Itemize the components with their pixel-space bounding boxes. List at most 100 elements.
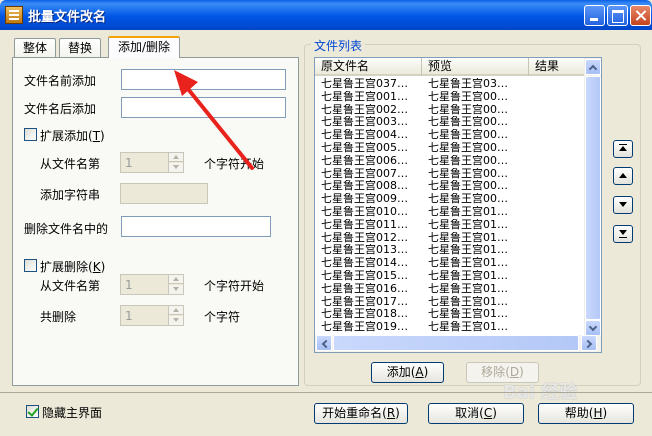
cell-result <box>529 283 585 296</box>
extend-delete-checkbox[interactable] <box>24 259 37 272</box>
cell-preview: 七星鲁王宫01… <box>428 282 508 295</box>
cell-preview: 七星鲁王宫00… <box>428 103 508 116</box>
help-button[interactable]: 帮助(H) <box>538 403 634 424</box>
char-start-label: 个字符开始 <box>204 157 265 171</box>
hide-main-checkbox[interactable] <box>26 405 39 418</box>
tab-overall[interactable]: 整体 <box>14 38 56 57</box>
file-row[interactable]: 七星鲁王宫006… 七星鲁王宫00… <box>315 155 585 168</box>
tab-add-delete[interactable]: 添加/删除 <box>108 36 180 58</box>
suffix-input[interactable] <box>121 97 286 118</box>
extend-delete-label[interactable]: 扩展删除(K) <box>40 258 105 275</box>
cell-result <box>529 308 585 321</box>
cell-result <box>529 219 585 232</box>
horizontal-scroll-thumb[interactable] <box>333 335 579 351</box>
cell-result <box>529 321 585 334</box>
file-row[interactable]: 七星鲁王宫003… 七星鲁王宫00… <box>315 116 585 129</box>
cell-preview: 七星鲁王宫03… <box>428 78 508 90</box>
file-row[interactable]: 七星鲁王宫016… 七星鲁王宫01… <box>315 283 585 296</box>
cell-original-name: 七星鲁王宫010… <box>321 205 408 218</box>
spin-up-icon[interactable] <box>169 306 183 315</box>
delete-chars-label: 个字符 <box>204 310 241 324</box>
add-string-input[interactable] <box>120 183 208 204</box>
file-row[interactable]: 七星鲁王宫012… 七星鲁王宫01… <box>315 232 585 245</box>
start-rename-button[interactable]: 开始重命名(R) <box>314 403 408 424</box>
spin-down-icon[interactable] <box>169 316 183 325</box>
tab-replace[interactable]: 替换 <box>59 38 101 57</box>
cell-result <box>529 232 585 245</box>
vertical-scrollbar[interactable] <box>584 58 601 336</box>
file-row[interactable]: 七星鲁王宫008… 七星鲁王宫00… <box>315 180 585 193</box>
scroll-right-icon[interactable] <box>581 335 597 351</box>
minimize-button[interactable] <box>584 5 605 26</box>
spin-up-icon[interactable] <box>169 153 183 162</box>
cancel-button[interactable]: 取消(C) <box>428 403 524 424</box>
delete-in-name-input[interactable] <box>121 216 271 237</box>
file-row[interactable]: 七星鲁王宫018… 七星鲁王宫01… <box>315 308 585 321</box>
cell-preview: 七星鲁王宫01… <box>428 295 508 308</box>
scroll-down-icon[interactable] <box>585 320 601 336</box>
spin-up-icon[interactable] <box>169 275 183 284</box>
file-row[interactable]: 七星鲁王宫014… 七星鲁王宫01… <box>315 257 585 270</box>
from-position-stepper[interactable]: 1 <box>120 152 184 173</box>
cell-result <box>529 129 585 142</box>
maximize-button[interactable] <box>607 5 628 26</box>
file-listview[interactable]: 原文件名 预览 结果 七星鲁王宫037… 七星鲁王宫03… 七星鲁王宫001… 七星鲁… <box>314 57 602 353</box>
horizontal-scrollbar[interactable] <box>315 335 601 352</box>
cell-original-name: 七星鲁王宫004… <box>321 129 408 142</box>
spin-down-icon[interactable] <box>169 163 183 172</box>
move-up-button[interactable] <box>613 167 633 185</box>
cell-original-name: 七星鲁王宫037… <box>321 78 408 90</box>
delete-char-start-label: 个字符开始 <box>204 279 265 293</box>
cell-result <box>529 104 585 117</box>
cell-result <box>529 155 585 168</box>
prefix-input[interactable] <box>121 69 286 90</box>
cell-preview: 七星鲁王宫00… <box>428 193 508 206</box>
cell-result <box>529 78 585 91</box>
column-original-name[interactable]: 原文件名 <box>315 58 422 76</box>
move-bottom-button[interactable] <box>613 225 633 243</box>
file-row[interactable]: 七星鲁王宫004… 七星鲁王宫00… <box>315 129 585 142</box>
file-row[interactable]: 七星鲁王宫019… 七星鲁王宫01… <box>315 321 585 334</box>
cell-result <box>529 206 585 219</box>
cell-result <box>529 180 585 193</box>
extend-add-checkbox[interactable] <box>24 128 37 141</box>
delete-from-stepper[interactable]: 1 <box>120 274 184 295</box>
cell-preview: 七星鲁王宫00… <box>428 116 508 129</box>
file-row[interactable]: 七星鲁王宫009… 七星鲁王宫00… <box>315 193 585 206</box>
scroll-up-icon[interactable] <box>585 59 601 75</box>
file-row[interactable]: 七星鲁王宫015… 七星鲁王宫01… <box>315 270 585 283</box>
cell-preview: 七星鲁王宫01… <box>428 205 508 218</box>
close-button[interactable] <box>630 5 651 26</box>
file-row[interactable]: 七星鲁王宫002… 七星鲁王宫00… <box>315 104 585 117</box>
add-button[interactable]: 添加(A) <box>371 362 444 383</box>
cell-original-name: 七星鲁王宫011… <box>321 218 408 231</box>
cell-result <box>529 193 585 206</box>
file-row[interactable]: 七星鲁王宫037… 七星鲁王宫03… <box>315 78 585 91</box>
cell-preview: 七星鲁王宫01… <box>428 308 508 321</box>
file-row[interactable]: 七星鲁王宫001… 七星鲁王宫00… <box>315 91 585 104</box>
move-top-button[interactable] <box>613 140 633 158</box>
hide-main-label[interactable]: 隐藏主界面 <box>42 404 102 421</box>
vertical-scroll-thumb[interactable] <box>585 76 601 320</box>
window-title: 批量文件改名 <box>28 10 107 25</box>
spin-down-icon[interactable] <box>169 285 183 294</box>
file-row[interactable]: 七星鲁王宫010… 七星鲁王宫01… <box>315 206 585 219</box>
delete-total-stepper[interactable]: 1 <box>120 305 184 326</box>
cell-preview: 七星鲁王宫01… <box>428 321 508 334</box>
file-row[interactable]: 七星鲁王宫017… 七星鲁王宫01… <box>315 296 585 309</box>
column-result[interactable]: 结果 <box>529 58 585 76</box>
cell-result <box>529 296 585 309</box>
move-bottom-icon <box>619 230 627 235</box>
file-row[interactable]: 七星鲁王宫007… 七星鲁王宫00… <box>315 168 585 181</box>
file-row[interactable]: 七星鲁王宫013… 七星鲁王宫01… <box>315 244 585 257</box>
title-bar[interactable]: 批量文件改名 <box>0 0 652 30</box>
cell-preview: 七星鲁王宫01… <box>428 218 508 231</box>
file-row[interactable]: 七星鲁王宫005… 七星鲁王宫00… <box>315 142 585 155</box>
cell-preview: 七星鲁王宫01… <box>428 231 508 244</box>
file-row[interactable]: 七星鲁王宫011… 七星鲁王宫01… <box>315 219 585 232</box>
extend-add-label[interactable]: 扩展添加(T) <box>40 127 105 144</box>
column-preview[interactable]: 预览 <box>422 58 529 76</box>
move-down-button[interactable] <box>613 196 633 214</box>
move-up-icon <box>619 173 627 178</box>
scroll-left-icon[interactable] <box>316 335 332 351</box>
